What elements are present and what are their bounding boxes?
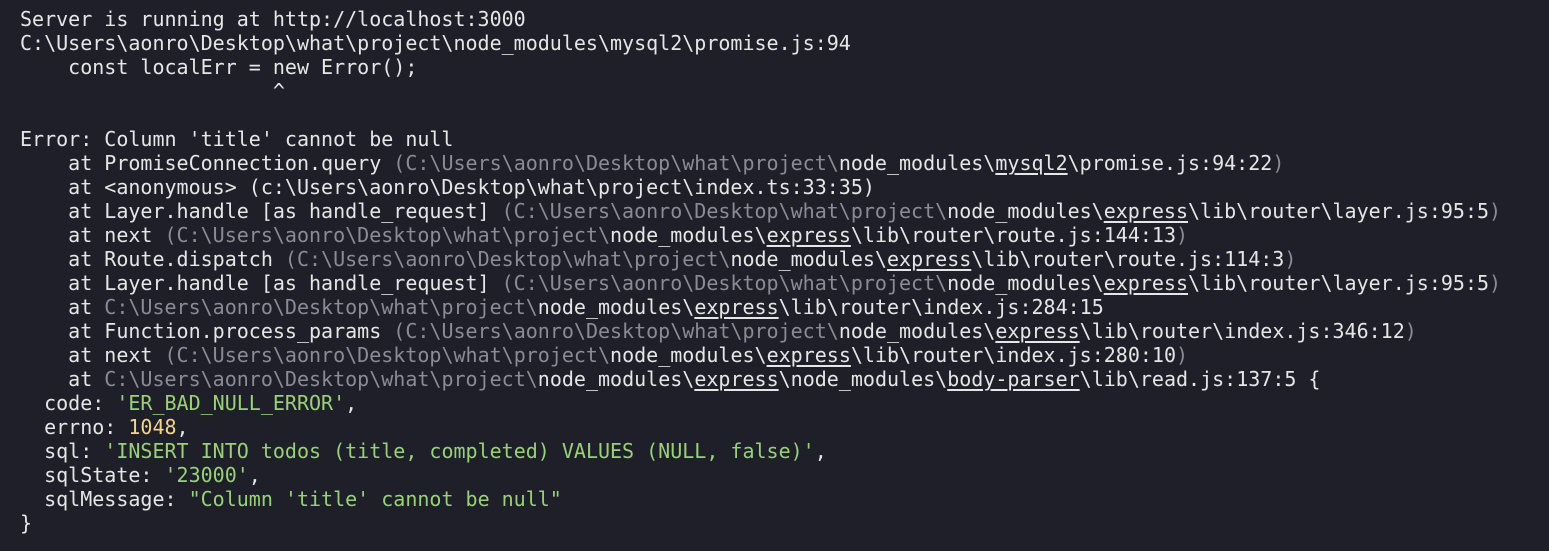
terminal-text: \lib\router\layer.js:95:5 [1188, 271, 1490, 295]
terminal-line: C:\Users\aonro\Desktop\what\project\node… [20, 31, 1549, 55]
terminal-text: Error: Column 'title' cannot be null [20, 127, 454, 151]
terminal-line: errno: 1048, [20, 415, 1549, 439]
terminal-text: Server is running at http://localhost:30… [20, 7, 526, 31]
terminal-line: Error: Column 'title' cannot be null [20, 127, 1549, 151]
terminal-line: at Route.dispatch (C:\Users\aonro\Deskto… [20, 247, 1549, 271]
terminal-text: , [814, 439, 827, 463]
terminal-text: at Layer.handle [as handle_request] [20, 199, 502, 223]
terminal-line: at Function.process_params (C:\Users\aon… [20, 319, 1549, 343]
terminal-text: at Layer.handle [as handle_request] [20, 271, 502, 295]
dim-path-text: (C:\Users\aonro\Desktop\what\project\ [284, 247, 731, 271]
terminal-text: node_modules\ [537, 295, 695, 319]
dim-path-text: ) [1175, 223, 1189, 247]
dim-path-text: ) [1404, 319, 1417, 343]
terminal-text: ^ [20, 79, 285, 103]
package-name: mysql2 [995, 151, 1068, 175]
terminal-line: at <anonymous> (c:\Users\aonro\Desktop\w… [20, 175, 1549, 199]
package-name: express [995, 319, 1080, 343]
dim-path-text: C:\Users\aonro\Desktop\what\project\ [104, 367, 538, 391]
terminal-text: at PromiseConnection.query [20, 151, 394, 175]
terminal-text: } [20, 511, 33, 535]
terminal-text: at next [20, 343, 165, 367]
terminal-text: \lib\router\layer.js:95:5 [1188, 199, 1490, 223]
terminal-text: sql: [20, 439, 105, 463]
package-name: body-parser [947, 367, 1080, 391]
terminal-line: sqlMessage: "Column 'title' cannot be nu… [20, 487, 1549, 511]
terminal-output[interactable]: Server is running at http://localhost:30… [0, 0, 1549, 551]
terminal-text: node_modules\ [947, 199, 1104, 223]
string-literal: 'ER_BAD_NULL_ERROR' [116, 391, 346, 415]
dim-path-text: (C:\Users\aonro\Desktop\what\project\ [164, 343, 611, 367]
package-name: express [766, 343, 851, 367]
package-name: express [694, 295, 779, 319]
terminal-line: at next (C:\Users\aonro\Desktop\what\pro… [20, 343, 1549, 367]
terminal-text: at [20, 295, 105, 319]
terminal-line: sqlState: '23000', [20, 463, 1549, 487]
package-name: express [694, 367, 779, 391]
terminal-text: C:\Users\aonro\Desktop\what\project\node… [20, 31, 851, 55]
terminal-text: at Function.process_params [20, 319, 394, 343]
terminal-line: at Layer.handle [as handle_request] (C:\… [20, 199, 1549, 223]
terminal-text: \lib\router\index.js:280:10 [850, 343, 1176, 367]
number-literal: 1048 [128, 415, 177, 439]
terminal-line: at C:\Users\aonro\Desktop\what\project\n… [20, 367, 1549, 391]
terminal-text: sqlMessage: [20, 487, 189, 511]
string-literal: "Column 'title' cannot be null" [188, 487, 562, 511]
terminal-text: node_modules\ [838, 151, 996, 175]
terminal-text: , [345, 391, 358, 415]
string-literal: 'INSERT INTO todos (title, completed) VA… [104, 439, 815, 463]
dim-path-text: ) [1284, 247, 1297, 271]
package-name: express [766, 223, 851, 247]
terminal-text: sqlState: [20, 463, 165, 487]
package-name: express [1103, 271, 1189, 295]
dim-path-text: (C:\Users\aonro\Desktop\what\project\ [501, 271, 948, 295]
dim-path-text: (C:\Users\aonro\Desktop\what\project\ [501, 199, 948, 223]
dim-path-text: (C:\Users\aonro\Desktop\what\project\ [393, 151, 839, 175]
dim-path-text: (C:\Users\aonro\Desktop\what\project\ [164, 223, 611, 247]
terminal-text: at [20, 367, 105, 391]
terminal-text: node_modules\ [610, 223, 767, 247]
terminal-line: const localErr = new Error(); [20, 55, 1549, 79]
terminal-line: at C:\Users\aonro\Desktop\what\project\n… [20, 295, 1549, 319]
terminal-line: } [20, 511, 1549, 535]
terminal-line: ^ [20, 79, 1549, 103]
terminal-text: errno: [20, 415, 129, 439]
terminal-text: \node_modules\ [778, 367, 948, 391]
terminal-text: , [248, 463, 261, 487]
dim-path-text: ) [1489, 199, 1502, 223]
string-literal: '23000' [164, 463, 249, 487]
package-name: express [1103, 199, 1189, 223]
terminal-text: , [176, 415, 189, 439]
dim-path-text: ) [1489, 271, 1502, 295]
terminal-text: at <anonymous> (c:\Users\aonro\Desktop\w… [20, 175, 875, 199]
terminal-text: \lib\router\route.js:144:13 [850, 223, 1176, 247]
package-name: express [886, 247, 972, 271]
dim-path-text: (C:\Users\aonro\Desktop\what\project\ [393, 319, 839, 343]
terminal-text: \lib\router\index.js:284:15 [778, 295, 1104, 319]
dim-path-text: ) [1175, 343, 1189, 367]
terminal-text: at next [20, 223, 165, 247]
terminal-line: at next (C:\Users\aonro\Desktop\what\pro… [20, 223, 1549, 247]
dim-path-text: ) [1272, 151, 1285, 175]
terminal-line: code: 'ER_BAD_NULL_ERROR', [20, 391, 1549, 415]
terminal-text: node_modules\ [537, 367, 695, 391]
terminal-text: code: [20, 391, 117, 415]
dim-path-text: C:\Users\aonro\Desktop\what\project\ [104, 295, 538, 319]
terminal-line: Server is running at http://localhost:30… [20, 7, 1549, 31]
terminal-text: node_modules\ [947, 271, 1104, 295]
terminal-text: \lib\router\route.js:114:3 [971, 247, 1285, 271]
terminal-text: node_modules\ [730, 247, 887, 271]
terminal-line: sql: 'INSERT INTO todos (title, complete… [20, 439, 1549, 463]
terminal-line: at PromiseConnection.query (C:\Users\aon… [20, 151, 1549, 175]
terminal-text: node_modules\ [610, 343, 767, 367]
terminal-line: at Layer.handle [as handle_request] (C:\… [20, 271, 1549, 295]
terminal-text: \promise.js:94:22 [1067, 151, 1273, 175]
terminal-text: \lib\router\index.js:346:12 [1079, 319, 1405, 343]
terminal-text: const localErr = new Error(); [20, 55, 418, 79]
terminal-text: node_modules\ [838, 319, 996, 343]
terminal-text: \lib\read.js:137:5 { [1079, 367, 1321, 391]
terminal-text: at Route.dispatch [20, 247, 285, 271]
